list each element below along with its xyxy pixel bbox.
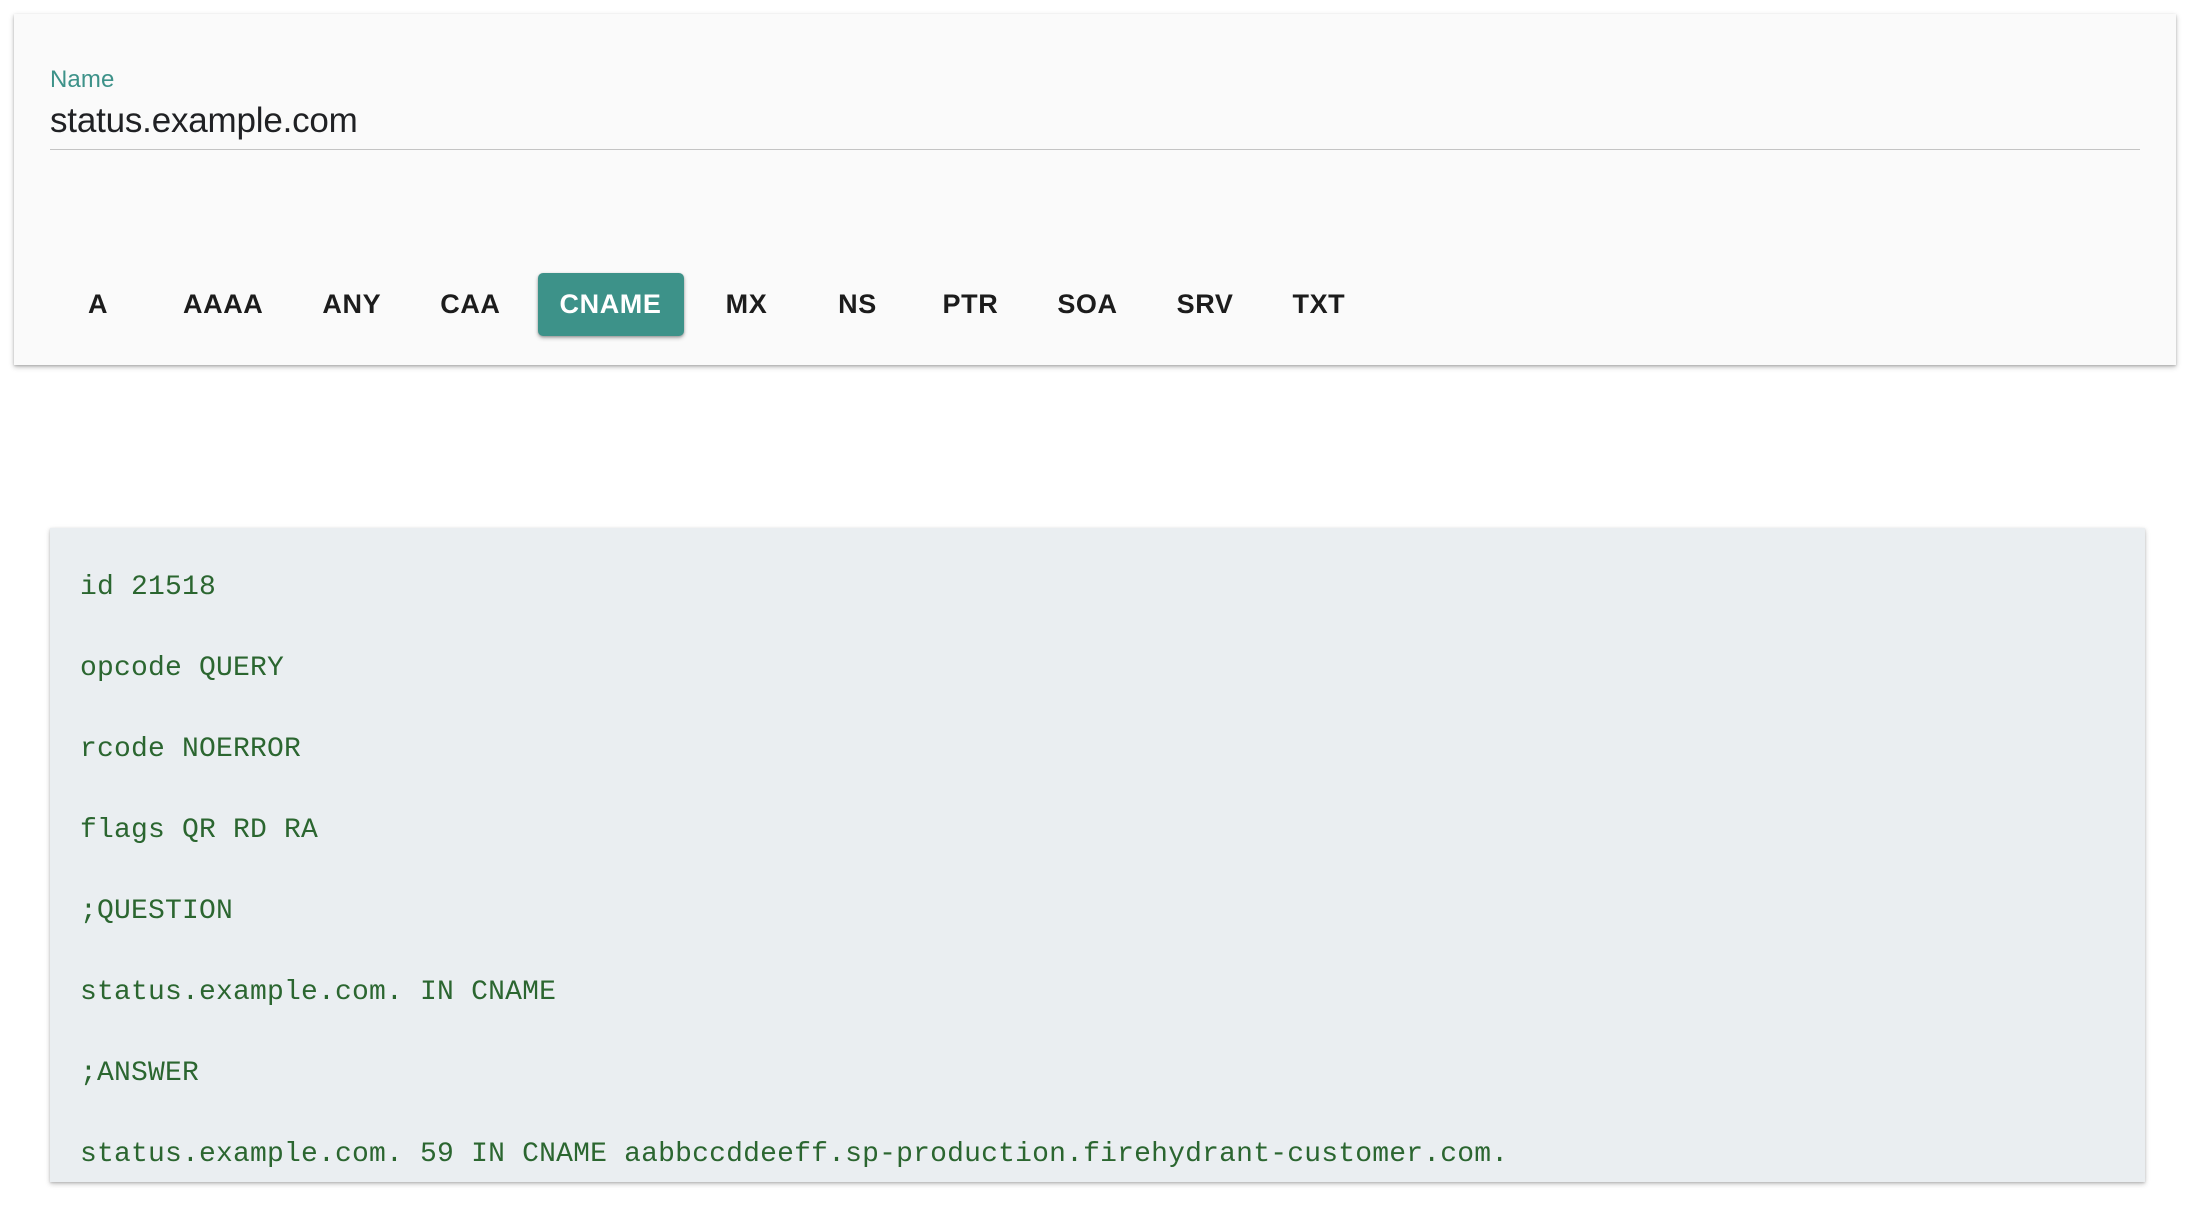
dns-response-line: status.example.com. IN CNAME	[80, 977, 557, 1008]
record-type-button-mx[interactable]: MX	[699, 273, 795, 336]
dns-response-line: status.example.com. 59 IN CNAME aabbccdd…	[80, 1139, 1509, 1170]
record-type-button-ptr[interactable]: PTR	[921, 273, 1021, 336]
query-card: Name AAAAAANYCAACNAMEMXNSPTRSOASRVTXT	[14, 14, 2176, 365]
name-field-block: Name	[50, 66, 2140, 150]
name-field-label: Name	[50, 66, 115, 93]
dns-response-line: opcode QUERY	[80, 653, 285, 684]
dns-response-line: ;ANSWER	[80, 1058, 200, 1089]
record-type-button-srv[interactable]: SRV	[1155, 273, 1256, 336]
dns-response-text: id 21518 opcode QUERY rcode NOERROR flag…	[50, 528, 2145, 1182]
record-type-button-row: A AAAA ANY CAA CNAME MX NS PTR SOA SRV TXT	[50, 269, 1382, 339]
dns-response-line: flags QR RD RA	[80, 815, 319, 846]
record-type-button-ns[interactable]: NS	[810, 273, 906, 336]
record-type-button-any[interactable]: ANY	[300, 273, 403, 336]
dns-response-output-card: id 21518 opcode QUERY rcode NOERROR flag…	[50, 528, 2145, 1182]
dns-lookup-page: Name AAAAAANYCAACNAMEMXNSPTRSOASRVTXT id…	[0, 0, 2190, 1232]
dns-response-line: rcode NOERROR	[80, 734, 302, 765]
record-type-button-aaaa[interactable]: AAAA	[161, 273, 285, 336]
record-type-button-soa[interactable]: SOA	[1035, 273, 1139, 336]
dns-response-line: ;QUESTION	[80, 896, 234, 927]
record-type-button-cname[interactable]: CNAME	[537, 272, 684, 336]
record-type-button-txt[interactable]: TXT	[1270, 273, 1367, 336]
name-input[interactable]	[50, 100, 2140, 150]
record-type-button-a[interactable]: A	[50, 273, 146, 336]
dns-response-line: id 21518	[80, 572, 217, 603]
record-type-button-caa[interactable]: CAA	[418, 273, 522, 336]
